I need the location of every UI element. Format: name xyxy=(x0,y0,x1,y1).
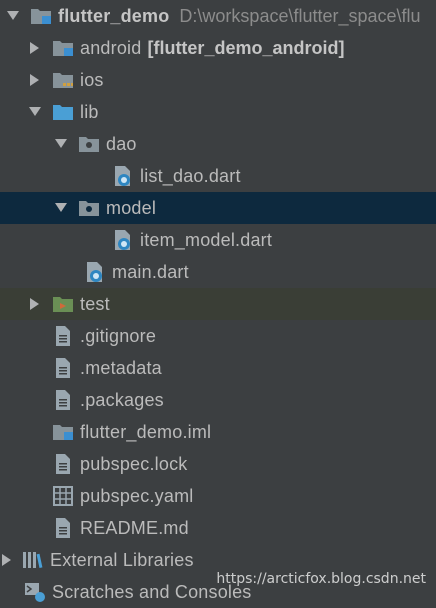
text-file-icon xyxy=(52,389,74,411)
tree-node-label: android xyxy=(80,37,142,58)
tree-node-test[interactable]: test xyxy=(0,288,436,320)
tree-node-label: lib xyxy=(80,101,99,122)
chevron-right-icon[interactable] xyxy=(28,297,42,311)
tree-node-label: README.md xyxy=(80,517,189,538)
tree-node-ios[interactable]: ios xyxy=(0,64,436,96)
tree-node-label: item_model.dart xyxy=(140,229,273,250)
tree-node-metadata[interactable]: .metadata xyxy=(0,352,436,384)
tree-node-android[interactable]: android [flutter_demo_android] xyxy=(0,32,436,64)
tree-node-label: ios xyxy=(80,69,104,90)
chevron-right-icon[interactable] xyxy=(0,553,14,567)
chevron-down-icon[interactable] xyxy=(54,137,68,151)
text-file-icon xyxy=(52,453,74,475)
package-folder-icon xyxy=(78,133,100,155)
text-file-icon xyxy=(52,517,74,539)
module-folder-icon xyxy=(52,37,74,59)
tree-node-label: test xyxy=(80,293,110,314)
project-path: D:\workspace\flutter_space\flu xyxy=(179,5,421,26)
tree-node-label: .packages xyxy=(80,389,164,410)
tree-node-label: .gitignore xyxy=(80,325,157,346)
yaml-file-icon xyxy=(52,485,74,507)
watermark: https://arcticfox.blog.csdn.net xyxy=(216,571,426,587)
chevron-down-icon[interactable] xyxy=(28,105,42,119)
tree-node-gitignore[interactable]: .gitignore xyxy=(0,320,436,352)
module-name-badge: [flutter_demo_android] xyxy=(147,37,345,58)
tree-node-label: .metadata xyxy=(80,357,162,378)
tree-node-label: pubspec.yaml xyxy=(80,485,194,506)
dart-file-icon xyxy=(112,165,134,187)
tree-node-label: External Libraries xyxy=(50,549,194,570)
tree-node-label: main.dart xyxy=(112,261,189,282)
excluded-folder-icon xyxy=(52,69,74,91)
tree-node-lib[interactable]: lib xyxy=(0,96,436,128)
module-folder-icon xyxy=(30,5,52,27)
chevron-right-icon[interactable] xyxy=(28,41,42,55)
libraries-icon xyxy=(22,549,44,571)
dart-file-icon xyxy=(112,229,134,251)
tree-node-packages[interactable]: .packages xyxy=(0,384,436,416)
tree-node-dao[interactable]: dao xyxy=(0,128,436,160)
tree-node-label: flutter_demo xyxy=(58,5,170,26)
package-folder-icon xyxy=(78,197,100,219)
project-tree: flutter_demo D:\workspace\flutter_space\… xyxy=(0,0,436,608)
tree-node-label: pubspec.lock xyxy=(80,453,188,474)
dart-file-icon xyxy=(84,261,106,283)
test-folder-icon xyxy=(52,293,74,315)
tree-node-label: model xyxy=(106,197,157,218)
tree-node-label: dao xyxy=(106,133,137,154)
chevron-down-icon[interactable] xyxy=(54,201,68,215)
tree-node-iml[interactable]: flutter_demo.iml xyxy=(0,416,436,448)
tree-node-root[interactable]: flutter_demo D:\workspace\flutter_space\… xyxy=(0,0,436,32)
module-file-icon xyxy=(52,421,74,443)
tree-node-pubspec-yaml[interactable]: pubspec.yaml xyxy=(0,480,436,512)
text-file-icon xyxy=(52,325,74,347)
tree-node-list-dao-dart[interactable]: list_dao.dart xyxy=(0,160,436,192)
chevron-right-icon[interactable] xyxy=(28,73,42,87)
tree-node-label: flutter_demo.iml xyxy=(80,421,212,442)
source-folder-icon xyxy=(52,101,74,123)
tree-node-label: list_dao.dart xyxy=(140,165,241,186)
tree-node-model[interactable]: model xyxy=(0,192,436,224)
chevron-down-icon[interactable] xyxy=(6,9,20,23)
scratches-icon xyxy=(24,581,46,603)
tree-node-readme[interactable]: README.md xyxy=(0,512,436,544)
tree-node-main-dart[interactable]: main.dart xyxy=(0,256,436,288)
text-file-icon xyxy=(52,357,74,379)
tree-node-item-model-dart[interactable]: item_model.dart xyxy=(0,224,436,256)
tree-node-pubspec-lock[interactable]: pubspec.lock xyxy=(0,448,436,480)
